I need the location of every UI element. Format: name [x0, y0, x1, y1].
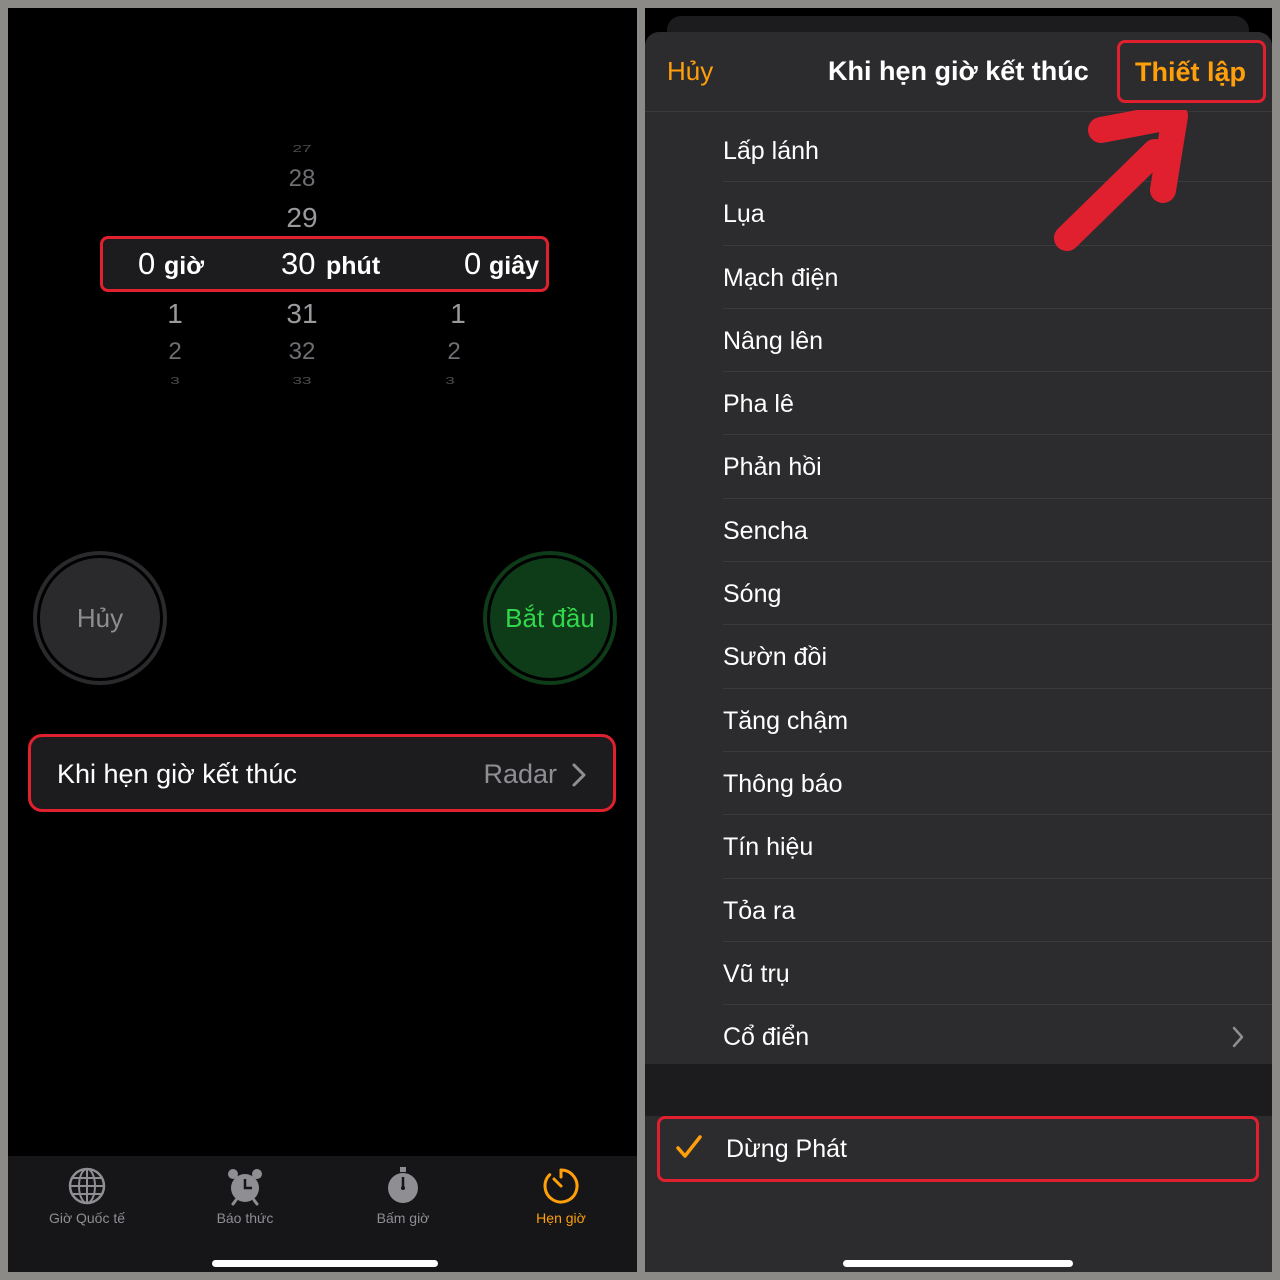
sound-list-item[interactable]: Vũ trụ [645, 942, 1272, 1006]
selected-sound-value: Radar [483, 759, 557, 789]
sound-name: Cổ điển [723, 1023, 810, 1052]
timer-icon [543, 1168, 579, 1204]
sound-name: Lụa [723, 200, 765, 229]
tab-timer-label: Hẹn giờ [536, 1210, 586, 1226]
classic-sounds-item[interactable]: Cổ điển [645, 1005, 1272, 1068]
sound-name: Sóng [723, 580, 782, 609]
sound-name: Tín hiệu [723, 833, 814, 862]
sound-name: Sencha [723, 516, 808, 545]
sound-name: Tăng chậm [723, 706, 849, 735]
tab-alarm[interactable]: Báo thức [166, 1166, 324, 1226]
sound-name: Nâng lên [723, 326, 824, 355]
tab-stopwatch[interactable]: Bấm giờ [324, 1166, 482, 1226]
tab-timer[interactable]: Hẹn giờ [482, 1166, 637, 1226]
nav-cancel-button[interactable]: Hủy [667, 56, 713, 87]
picker-minute-above[interactable]: 27 [262, 143, 342, 155]
tab-alarm-label: Báo thức [216, 1210, 274, 1226]
sound-name: Tỏa ra [723, 896, 796, 925]
when-timer-ends-row[interactable]: Khi hẹn giờ kết thúc Radar [28, 734, 616, 812]
picker-minute-below[interactable]: 31 [262, 298, 342, 330]
picker-minute-above[interactable]: 28 [262, 165, 342, 193]
alarm-clock-icon [228, 1169, 262, 1206]
sound-list-item[interactable]: Sườn đồi [645, 625, 1272, 689]
picker-hour-below[interactable]: 2 [135, 338, 215, 366]
sound-list: Lấp lánh Lụa Mạch điện Nâng lên Pha lê P… [645, 119, 1272, 1068]
picker-second-below[interactable]: 2 [414, 338, 494, 366]
minutes-unit-label: phút [326, 252, 381, 280]
tab-world-clock-label: Giờ Quốc tế [48, 1210, 126, 1226]
sound-list-item[interactable]: Thông báo [645, 752, 1272, 816]
chevron-right-icon [572, 763, 586, 787]
sound-list-item[interactable]: Sóng [645, 562, 1272, 626]
sound-list-item[interactable]: Phản hồi [645, 435, 1272, 500]
hours-unit-label: giờ [164, 252, 204, 280]
red-arrow-icon [1054, 110, 1188, 251]
start-button-label: Bắt đầu [505, 602, 595, 633]
seconds-unit-label: giây [489, 252, 540, 280]
when-timer-ends-label: Khi hẹn giờ kết thúc [57, 759, 297, 789]
selected-minutes[interactable]: 30 [281, 246, 315, 282]
stop-playing-highlight [657, 1116, 1259, 1182]
sound-name: Pha lê [723, 390, 794, 419]
picker-second-below[interactable]: 3 [410, 375, 490, 387]
sound-picker-screen: Hủy Khi hẹn giờ kết thúc Thiết lập Lấp l… [645, 8, 1272, 1272]
sound-list-item[interactable]: Tỏa ra [645, 879, 1272, 943]
duration-picker[interactable]: 1 2 3 27 28 29 31 32 33 1 2 3 0 giờ 30 p… [8, 8, 637, 428]
selected-seconds[interactable]: 0 [464, 246, 481, 282]
sound-list-item[interactable]: Sencha [645, 499, 1272, 563]
sound-name: Sườn đồi [723, 643, 828, 672]
nav-title: Khi hẹn giờ kết thúc [828, 56, 1089, 86]
picker-minute-below[interactable]: 32 [262, 338, 342, 366]
picker-second-below[interactable]: 1 [418, 298, 498, 330]
stop-playing-row[interactable]: Dừng Phát [645, 1116, 1272, 1182]
set-button[interactable]: Thiết lập [1117, 40, 1266, 103]
navigation-bar: Hủy Khi hẹn giờ kết thúc Thiết lập [645, 32, 1272, 112]
sound-list-item[interactable]: Nâng lên [645, 309, 1272, 373]
sound-name: Vũ trụ [723, 959, 790, 988]
picker-minute-above[interactable]: 29 [262, 202, 342, 234]
chevron-right-icon [1232, 1026, 1244, 1048]
stopwatch-icon [388, 1167, 418, 1203]
selected-hours[interactable]: 0 [138, 246, 155, 282]
sound-list-item[interactable]: Tín hiệu [645, 815, 1272, 879]
globe-icon [68, 1167, 106, 1205]
picker-hour-below[interactable]: 3 [135, 375, 215, 387]
tab-world-clock[interactable]: Giờ Quốc tế [8, 1166, 166, 1226]
picker-minute-below[interactable]: 33 [262, 375, 342, 387]
start-button[interactable]: Bắt đầu [483, 551, 617, 685]
cancel-button-label: Hủy [76, 602, 124, 633]
sound-name: Lấp lánh [723, 137, 819, 165]
timer-screen: 1 2 3 27 28 29 31 32 33 1 2 3 0 giờ 30 p… [8, 8, 637, 1272]
set-button-label: Thiết lập [1135, 57, 1247, 87]
home-indicator[interactable] [843, 1260, 1073, 1267]
sound-list-item[interactable]: Pha lê [645, 372, 1272, 436]
cancel-button[interactable]: Hủy [33, 551, 167, 685]
section-separator [645, 1064, 1272, 1116]
picker-hour-below[interactable]: 1 [135, 298, 215, 330]
home-indicator[interactable] [212, 1260, 438, 1267]
tab-stopwatch-label: Bấm giờ [376, 1210, 430, 1226]
sound-name: Thông báo [723, 769, 843, 798]
sound-list-item[interactable]: Tăng chậm [645, 689, 1272, 753]
sound-name: Phản hồi [723, 453, 822, 482]
sound-name: Mạch điện [723, 263, 839, 292]
tab-bar: Giờ Quốc tế Báo thức Bấm giờ Hẹn giờ [8, 1156, 637, 1272]
